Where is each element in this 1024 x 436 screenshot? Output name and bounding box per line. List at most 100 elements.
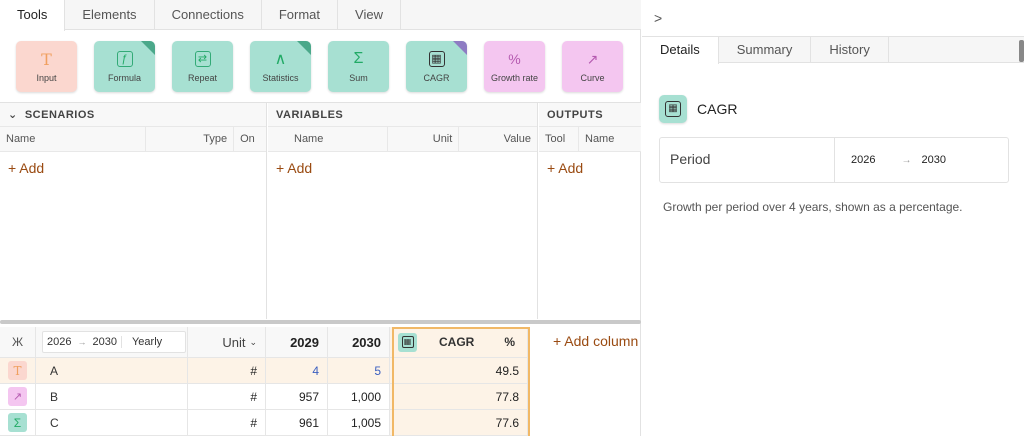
curve-icon: ↗ xyxy=(586,50,599,67)
period-field: Period 2026 → 2030 xyxy=(659,137,1009,183)
repeat-icon: ⇄ xyxy=(172,49,233,69)
add-column-button[interactable]: + Add column xyxy=(553,333,638,349)
outputs-columns: Tool Name xyxy=(539,127,641,152)
tab-elements[interactable]: Elements xyxy=(65,0,155,30)
row-type-icon: Σ xyxy=(0,410,36,436)
tool-description: Growth per period over 4 years, shown as… xyxy=(663,200,963,214)
frequency-select[interactable]: Yearly xyxy=(120,336,181,348)
column-header: Tool xyxy=(539,127,579,151)
chevron-right-icon[interactable]: > xyxy=(654,10,662,26)
cell-value[interactable]: 5 xyxy=(328,358,390,384)
cell-value[interactable]: 4 xyxy=(266,358,328,384)
table-row[interactable]: T A # 4 5 49.5 xyxy=(0,358,641,384)
arrow-right-icon: → xyxy=(77,337,87,347)
chevron-down-icon: ⌄ xyxy=(249,336,257,347)
column-header: Name xyxy=(0,127,147,151)
horizontal-scrollbar[interactable] xyxy=(0,320,641,324)
period-selector[interactable]: 2026 → 2030 Yearly xyxy=(36,327,188,358)
cell-value[interactable]: 961 xyxy=(266,410,328,436)
vertical-scrollbar[interactable] xyxy=(1019,40,1024,62)
calculator-icon: ▦ xyxy=(406,49,467,69)
column-header: On xyxy=(240,133,255,145)
arrow-right-icon: → xyxy=(901,154,912,166)
collapse-chevron-icon[interactable]: ⌄ xyxy=(8,109,18,121)
main-tabs: Tools Elements Connections Format View xyxy=(0,0,641,31)
tool-cagr-button[interactable]: ▦ CAGR xyxy=(406,41,467,92)
tab-connections[interactable]: Connections xyxy=(155,0,262,30)
year-header-2029[interactable]: 2029 xyxy=(266,327,328,358)
tool-statistics-button[interactable]: ∧ Statistics xyxy=(250,41,311,92)
tool-label: Statistics xyxy=(262,73,299,83)
scenarios-columns: Name Type On xyxy=(0,127,266,152)
cagr-column-header[interactable]: ▦ CAGR % xyxy=(390,327,528,358)
cagr-value[interactable]: 77.6 xyxy=(390,410,528,436)
data-grid: Ж 2026 → 2030 Yearly Unit ⌄ 2029 2030 ▦ C… xyxy=(0,327,641,436)
table-row[interactable]: Σ C # 961 1,005 77.6 xyxy=(0,410,641,436)
row-unit[interactable]: # xyxy=(188,358,266,384)
statistics-icon: ∧ xyxy=(274,51,287,68)
row-name[interactable]: B xyxy=(36,384,188,410)
row-unit[interactable]: # xyxy=(188,384,266,410)
tool-growth-rate-button[interactable]: % Growth rate xyxy=(484,41,545,92)
cagr-header-label: CAGR xyxy=(439,335,475,349)
calculator-icon: ▦ xyxy=(398,332,417,352)
details-sidebar: > Details Summary History ▦ CAGR Period … xyxy=(642,0,1024,436)
sidebar-tabs: Details Summary History xyxy=(642,36,1024,64)
period-end[interactable]: 2030 xyxy=(921,154,945,166)
column-header: Type xyxy=(146,127,235,151)
tool-title: CAGR xyxy=(697,101,738,117)
tab-history[interactable]: History xyxy=(811,37,889,63)
tab-format[interactable]: Format xyxy=(262,0,339,30)
cell-value[interactable]: 1,000 xyxy=(328,384,390,410)
variables-panel: VARIABLES Name Unit Value + Add xyxy=(268,103,538,319)
tool-sum-button[interactable]: Σ Sum xyxy=(328,41,389,92)
tool-input-button[interactable]: T Input xyxy=(16,41,77,92)
tab-summary[interactable]: Summary xyxy=(719,37,812,63)
tool-repeat-button[interactable]: ⇄ Repeat xyxy=(172,41,233,92)
grid-header-row: Ж 2026 → 2030 Yearly Unit ⌄ 2029 2030 ▦ C… xyxy=(0,327,641,358)
cagr-value[interactable]: 77.8 xyxy=(390,384,528,410)
tool-label: Input xyxy=(36,73,57,83)
cell-value[interactable]: 1,005 xyxy=(328,410,390,436)
add-scenario-button[interactable]: + Add xyxy=(0,152,266,184)
row-name[interactable]: A xyxy=(36,358,188,384)
row-unit[interactable]: # xyxy=(188,410,266,436)
row-type-icon: T xyxy=(0,358,36,384)
variables-columns: Name Unit Value xyxy=(268,127,537,152)
cell-value[interactable]: 957 xyxy=(266,384,328,410)
period-start[interactable]: 2026 xyxy=(851,154,875,166)
row-type-icon: ↗ xyxy=(0,384,36,410)
tab-view[interactable]: View xyxy=(338,0,401,30)
tool-label: Repeat xyxy=(187,73,218,83)
row-name[interactable]: C xyxy=(36,410,188,436)
table-row[interactable]: ↗ B # 957 1,000 77.8 xyxy=(0,384,641,410)
add-variable-button[interactable]: + Add xyxy=(268,152,537,184)
pin-icon[interactable]: Ж xyxy=(0,327,36,358)
cagr-value[interactable]: 49.5 xyxy=(390,358,528,384)
workspace-left: Tools Elements Connections Format View T… xyxy=(0,0,641,436)
period-label: Period xyxy=(660,138,835,182)
column-header: Value xyxy=(503,133,531,145)
year-header-2030[interactable]: 2030 xyxy=(328,327,390,358)
panels-area: ⌄ SCENARIOS Name Type On + Add VARIABLES… xyxy=(0,103,641,319)
add-output-button[interactable]: + Add xyxy=(539,152,641,184)
tab-details[interactable]: Details xyxy=(642,37,719,64)
sum-icon: Σ xyxy=(353,50,364,67)
tool-curve-button[interactable]: ↗ Curve xyxy=(562,41,623,92)
tool-formula-button[interactable]: ƒ Formula xyxy=(94,41,155,92)
column-header: Name xyxy=(268,127,388,151)
calculator-icon: ▦ xyxy=(659,95,687,123)
percent-icon: % xyxy=(508,51,521,67)
input-icon: T xyxy=(41,49,52,69)
unit-column-header[interactable]: Unit ⌄ xyxy=(188,327,266,358)
period-start: 2026 xyxy=(47,336,72,348)
tool-label: Formula xyxy=(107,73,141,83)
tab-tools[interactable]: Tools xyxy=(0,0,66,31)
outputs-panel: OUTPUTS Tool Name + Add xyxy=(539,103,641,319)
variables-header: VARIABLES xyxy=(268,103,537,127)
period-range-input[interactable]: 2026 → 2030 xyxy=(835,138,1008,182)
formula-icon: ƒ xyxy=(94,49,155,69)
scenarios-header[interactable]: ⌄ SCENARIOS xyxy=(0,103,266,127)
cagr-unit: % xyxy=(504,335,516,349)
tool-label: Growth rate xyxy=(490,73,539,83)
